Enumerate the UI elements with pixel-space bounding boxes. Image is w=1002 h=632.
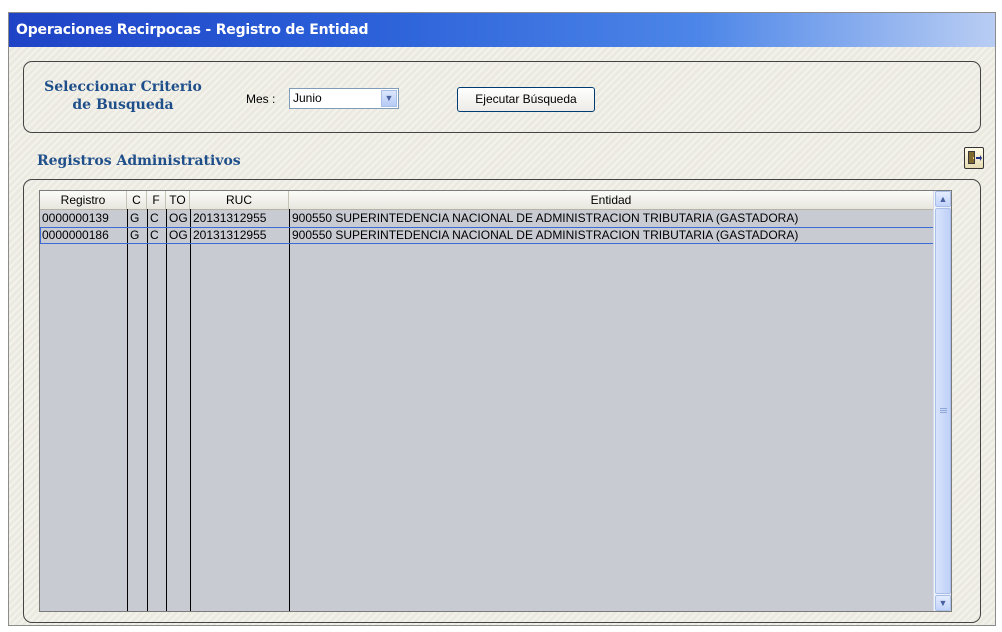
window-content: Seleccionar Criterio de Busqueda Mes : J… bbox=[9, 47, 995, 625]
column-header-entidad[interactable]: Entidad bbox=[289, 191, 934, 209]
cell-ruc: 20131312955 bbox=[193, 228, 267, 242]
cell-registro: 0000000139 bbox=[42, 211, 109, 225]
column-divider bbox=[166, 209, 167, 611]
scroll-up-arrow-icon[interactable]: ▲ bbox=[935, 191, 951, 207]
table-row[interactable]: 0000000139 G C OG 20131312955 900550 SUP… bbox=[40, 210, 951, 227]
column-divider bbox=[127, 209, 128, 611]
vertical-scrollbar[interactable]: ▲ ▼ bbox=[933, 191, 951, 611]
scrollbar-thumb[interactable] bbox=[935, 208, 951, 594]
cell-entidad: 900550 SUPERINTEDENCIA NACIONAL DE ADMIN… bbox=[292, 228, 799, 242]
search-criteria-panel: Seleccionar Criterio de Busqueda Mes : J… bbox=[23, 61, 981, 133]
scrollbar-grip bbox=[940, 410, 947, 411]
column-header-c[interactable]: C bbox=[127, 191, 147, 209]
cell-f: C bbox=[150, 228, 159, 242]
cell-to: OG bbox=[169, 228, 188, 242]
cell-ruc: 20131312955 bbox=[193, 211, 267, 225]
exit-door-icon bbox=[968, 151, 982, 164]
execute-search-button-label: Ejecutar Búsqueda bbox=[475, 92, 577, 106]
records-section-title: Registros Administrativos bbox=[37, 153, 241, 169]
column-divider bbox=[147, 209, 148, 611]
cell-to: OG bbox=[169, 211, 188, 225]
records-grid: Registro C F TO RUC Entidad 0000000139 G… bbox=[39, 190, 952, 612]
chevron-down-icon[interactable]: ▼ bbox=[381, 90, 397, 107]
column-header-f[interactable]: F bbox=[147, 191, 166, 209]
column-header-ruc[interactable]: RUC bbox=[190, 191, 289, 209]
column-header-registro[interactable]: Registro bbox=[40, 191, 127, 209]
exit-button[interactable] bbox=[964, 147, 984, 169]
month-label: Mes : bbox=[246, 92, 276, 106]
app-window: Operaciones Recirpocas - Registro de Ent… bbox=[8, 12, 996, 626]
scroll-down-arrow-icon[interactable]: ▼ bbox=[935, 595, 951, 611]
grid-header: Registro C F TO RUC Entidad bbox=[40, 191, 951, 210]
month-select-value: Junio bbox=[293, 91, 322, 105]
cell-registro: 0000000186 bbox=[42, 228, 109, 242]
window-title: Operaciones Recirpocas - Registro de Ent… bbox=[9, 13, 995, 47]
scrollbar-grip bbox=[940, 408, 947, 409]
records-panel: Registro C F TO RUC Entidad 0000000139 G… bbox=[23, 179, 981, 623]
cell-c: G bbox=[130, 228, 140, 242]
execute-search-button[interactable]: Ejecutar Búsqueda bbox=[457, 87, 595, 112]
scrollbar-grip bbox=[940, 412, 947, 413]
search-criteria-title: Seleccionar Criterio de Busqueda bbox=[44, 79, 202, 113]
cell-c: G bbox=[130, 211, 140, 225]
table-row[interactable]: 0000000186 G C OG 20131312955 900550 SUP… bbox=[40, 227, 951, 244]
column-header-to[interactable]: TO bbox=[166, 191, 190, 209]
cell-entidad: 900550 SUPERINTEDENCIA NACIONAL DE ADMIN… bbox=[292, 211, 799, 225]
column-divider bbox=[190, 209, 191, 611]
month-select[interactable]: Junio ▼ bbox=[289, 88, 399, 109]
cell-f: C bbox=[150, 211, 159, 225]
column-divider bbox=[289, 209, 290, 611]
